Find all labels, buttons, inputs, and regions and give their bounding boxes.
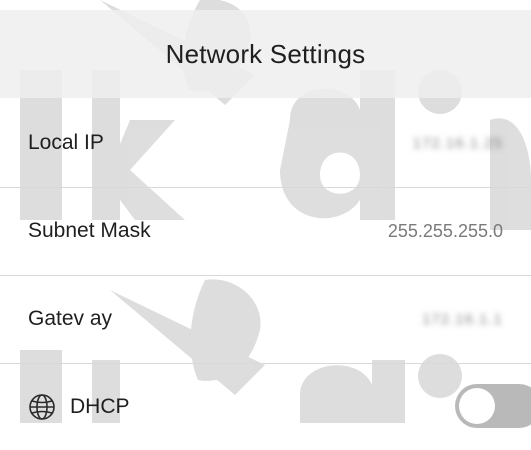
globe-icon — [29, 394, 55, 420]
subnet-mask-value: 255.255.255.0 — [387, 220, 503, 241]
gateway-value: 172.16.1.1 — [422, 310, 503, 328]
subnet-mask-label: Subnet Mask — [28, 219, 151, 242]
toggle-knob — [459, 388, 495, 424]
row-local-ip[interactable]: Local IP 172.16.1.25 — [0, 100, 531, 186]
network-settings-screen: Network Settings Local IP 172.16.1.25 Su… — [0, 0, 531, 428]
dhcp-toggle[interactable] — [455, 384, 531, 428]
gateway-label: Gatev ay — [28, 307, 113, 330]
dhcp-label-group: DHCP — [28, 393, 130, 421]
local-ip-value: 172.16.1.25 — [412, 134, 503, 152]
dhcp-label: DHCP — [70, 395, 130, 418]
local-ip-label: Local IP — [28, 131, 104, 154]
row-subnet-mask[interactable]: Subnet Mask 255.255.255.0 — [0, 188, 531, 274]
row-gateway[interactable]: Gatev ay 172.16.1.1 — [0, 276, 531, 362]
header-bar: Network Settings — [0, 10, 531, 98]
page-title: Network Settings — [165, 38, 366, 69]
row-dhcp[interactable]: DHCP — [0, 364, 531, 450]
